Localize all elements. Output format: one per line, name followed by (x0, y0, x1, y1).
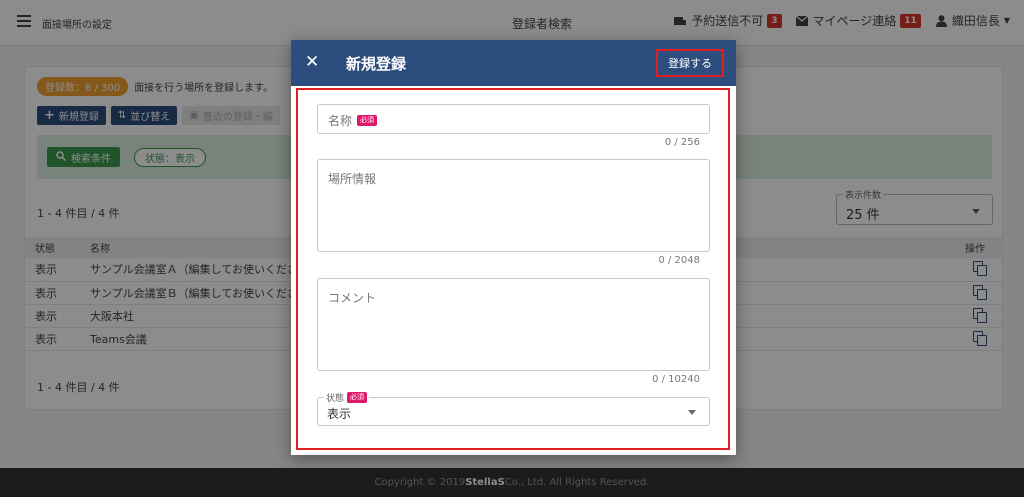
new-registration-modal: ✕ 新規登録 登録する 名称 必須 0 / 256 場所情報 0 / 2048 … (291, 40, 736, 455)
close-icon[interactable]: ✕ (305, 53, 319, 71)
required-badge: 必須 (357, 115, 378, 126)
register-button[interactable]: 登録する (656, 49, 724, 77)
modal-title: 新規登録 (346, 55, 407, 73)
caret-down-icon (688, 410, 696, 415)
status-select[interactable]: 状態 必須 表示 (317, 391, 710, 426)
required-badge: 必須 (347, 392, 368, 403)
modal-header: ✕ 新規登録 登録する (291, 40, 736, 86)
comment-placeholder: コメント (328, 291, 377, 305)
name-counter: 0 / 256 (664, 137, 700, 148)
status-value: 表示 (327, 407, 352, 421)
place-info-textarea[interactable]: 場所情報 (317, 159, 710, 252)
name-field[interactable]: 名称 必須 (317, 104, 710, 134)
place-info-counter: 0 / 2048 (658, 255, 700, 266)
comment-textarea[interactable]: コメント (317, 278, 710, 371)
comment-counter: 0 / 10240 (652, 374, 700, 385)
name-placeholder: 名称 (328, 114, 353, 128)
status-label: 状態 (326, 394, 345, 404)
place-info-placeholder: 場所情報 (328, 172, 377, 186)
